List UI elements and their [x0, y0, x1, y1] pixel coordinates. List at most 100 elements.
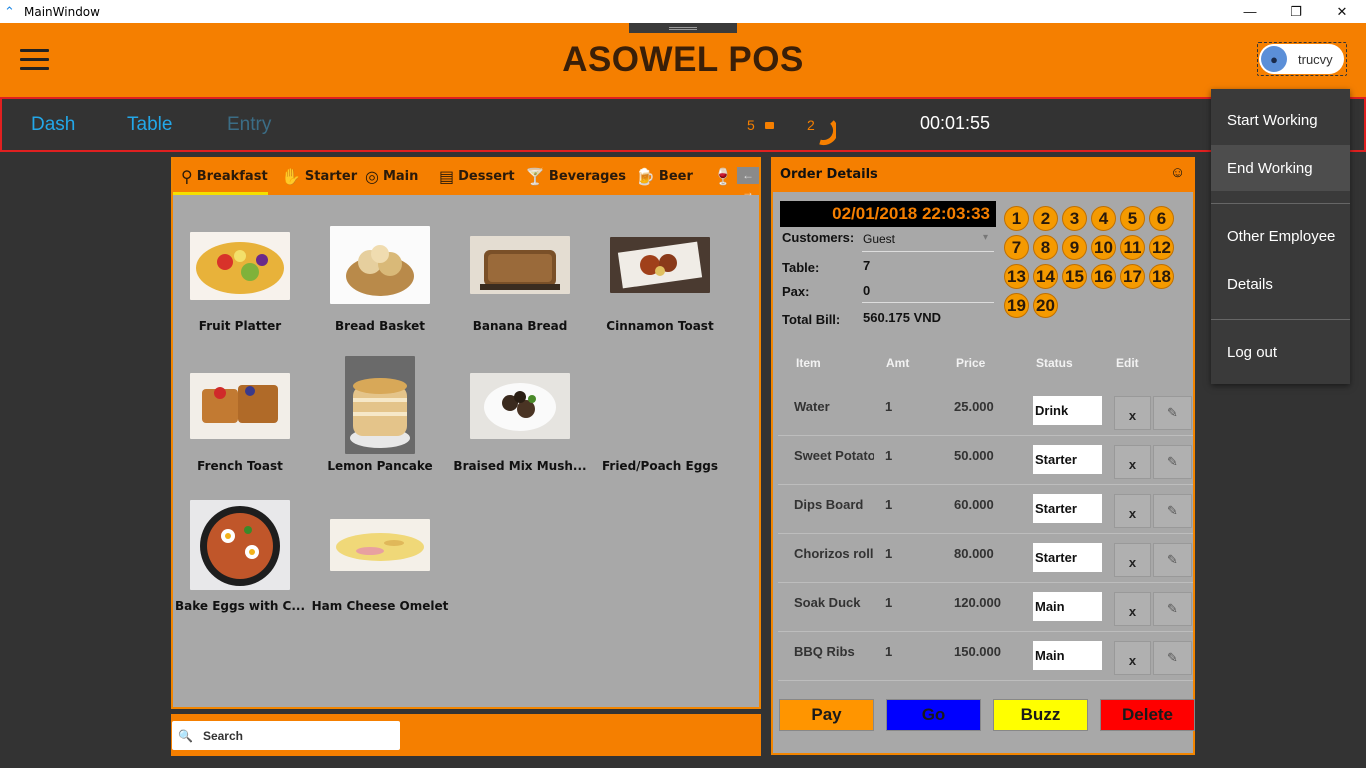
remove-item-button[interactable]: x [1114, 494, 1151, 528]
tab-beverages[interactable]: 🍸 Beverages [525, 157, 626, 195]
table-number-button[interactable]: 13 [1004, 264, 1029, 289]
customers-underline [862, 251, 994, 252]
order-item-status[interactable]: Drink [1033, 396, 1102, 425]
table-number-button[interactable]: 10 [1091, 235, 1116, 260]
tab-wine[interactable]: 🍷 [713, 157, 737, 195]
smiley-icon[interactable]: ☺ [1170, 164, 1185, 181]
edit-pencil-icon[interactable]: ✎ [1153, 445, 1192, 479]
nav-dash[interactable]: Dash [31, 114, 75, 136]
chevron-down-icon[interactable]: ▾ [983, 232, 988, 243]
edit-pencil-icon[interactable]: ✎ [1153, 396, 1192, 430]
table-number-button[interactable]: 6 [1149, 206, 1174, 231]
table-number-button[interactable]: 16 [1091, 264, 1116, 289]
food-item[interactable]: Bread Basket [310, 226, 450, 333]
food-item[interactable]: Fruit Platter [170, 226, 310, 333]
nav-table[interactable]: Table [127, 114, 172, 136]
search-placeholder: Search [202, 728, 243, 743]
food-label: Banana Bread [472, 319, 568, 333]
menu-divider [1211, 319, 1350, 320]
table-number-button[interactable]: 11 [1120, 235, 1145, 260]
remove-item-button[interactable]: x [1114, 592, 1151, 626]
food-label: Bake Eggs with C... [174, 599, 306, 613]
tab-main[interactable]: ◎ Main [365, 157, 418, 195]
order-item-name: Water [794, 399, 830, 414]
order-item-price: 25.000 [954, 399, 994, 414]
user-menu-button[interactable]: ● trucvy [1259, 44, 1344, 74]
food-item[interactable]: Bake Eggs with C... [170, 496, 310, 613]
remove-item-button[interactable]: x [1114, 396, 1151, 430]
tab-starter[interactable]: ✋ Starter [281, 157, 357, 195]
edit-pencil-icon[interactable]: ✎ [1153, 592, 1192, 626]
menu-log-out[interactable]: Log out [1211, 329, 1350, 375]
table-number-button[interactable]: 12 [1149, 235, 1174, 260]
table-number-button[interactable]: 4 [1091, 206, 1116, 231]
hamburger-menu-icon[interactable] [20, 49, 50, 71]
food-label: Braised Mix Mush... [453, 459, 587, 473]
table-label: Table: [782, 260, 820, 275]
close-button[interactable]: ✕ [1319, 0, 1365, 23]
edit-pencil-icon[interactable]: ✎ [1153, 641, 1192, 675]
table-number-button[interactable]: 14 [1033, 264, 1058, 289]
table-number-button[interactable]: 15 [1062, 264, 1087, 289]
food-item[interactable]: Lemon Pancake [310, 356, 450, 473]
menu-other-employee[interactable]: Other Employee [1211, 213, 1350, 259]
tab-breakfast[interactable]: ⚲ Breakfast [181, 157, 268, 195]
order-item-amount: 1 [885, 546, 893, 561]
table-number-button[interactable]: 3 [1062, 206, 1087, 231]
food-image [330, 519, 430, 571]
breakfast-icon: ⚲ [181, 166, 193, 186]
category-bar: ⚲ Breakfast ✋ Starter ◎ Main ▤ Dessert 🍸 Beve… [173, 157, 759, 195]
edit-pencil-icon[interactable]: ✎ [1153, 543, 1192, 577]
menu-details[interactable]: Details [1211, 261, 1350, 307]
col-price: Price [956, 356, 986, 370]
search-input[interactable]: 🔍 Search [172, 721, 400, 750]
remove-item-button[interactable]: x [1114, 543, 1151, 577]
remove-item-button[interactable]: x [1114, 445, 1151, 479]
table-number-button[interactable]: 17 [1120, 264, 1145, 289]
tab-label: Dessert [458, 168, 515, 184]
table-number-button[interactable]: 7 [1004, 235, 1029, 260]
remove-item-button[interactable]: x [1114, 641, 1151, 675]
tab-dessert[interactable]: ▤ Dessert [439, 157, 515, 195]
pax-input[interactable]: 0 [863, 283, 870, 298]
order-item-status[interactable]: Starter [1033, 543, 1102, 572]
go-button[interactable]: Go [886, 699, 981, 731]
menu-start-working[interactable]: Start Working [1211, 97, 1350, 143]
food-item[interactable]: Banana Bread [450, 226, 590, 333]
nav-entry[interactable]: Entry [227, 114, 271, 136]
table-number-button[interactable]: 20 [1033, 293, 1058, 318]
food-item[interactable]: Ham Cheese Omelet [310, 506, 450, 613]
food-item[interactable]: Cinnamon Toast [590, 226, 730, 333]
food-image [345, 356, 415, 454]
order-item-status[interactable]: Main [1033, 641, 1102, 670]
customers-select[interactable]: Guest [863, 232, 895, 246]
edit-pencil-icon[interactable]: ✎ [1153, 494, 1192, 528]
customers-label: Customers: [782, 230, 855, 245]
drag-grip[interactable] [629, 23, 737, 33]
order-item-amount: 1 [885, 595, 893, 610]
minimize-button[interactable]: — [1227, 0, 1273, 23]
pay-button[interactable]: Pay [779, 699, 874, 731]
food-item[interactable]: French Toast [170, 366, 310, 473]
order-item-name: Chorizos roll [794, 546, 874, 561]
order-item-status[interactable]: Starter [1033, 445, 1102, 474]
table-number-button[interactable]: 5 [1120, 206, 1145, 231]
menu-end-working[interactable]: End Working [1211, 145, 1350, 191]
order-item-name: Soak Duck [794, 595, 861, 610]
tab-beer[interactable]: 🍺 Beer [635, 157, 693, 195]
table-number-button[interactable]: 1 [1004, 206, 1029, 231]
buzz-button[interactable]: Buzz [993, 699, 1088, 731]
delete-button[interactable]: Delete [1100, 699, 1195, 731]
order-item-status[interactable]: Starter [1033, 494, 1102, 523]
category-scroll-arrows[interactable]: ← → [737, 167, 759, 199]
total-label: Total Bill: [782, 312, 841, 327]
tab-label: Breakfast [196, 168, 268, 184]
table-number-button[interactable]: 9 [1062, 235, 1087, 260]
table-number-button[interactable]: 19 [1004, 293, 1029, 318]
order-item-status[interactable]: Main [1033, 592, 1102, 621]
restore-button[interactable]: ❐ [1273, 0, 1319, 23]
table-number-button[interactable]: 8 [1033, 235, 1058, 260]
table-number-button[interactable]: 18 [1149, 264, 1174, 289]
table-number-button[interactable]: 2 [1033, 206, 1058, 231]
food-item[interactable]: Braised Mix Mush... [450, 366, 590, 473]
